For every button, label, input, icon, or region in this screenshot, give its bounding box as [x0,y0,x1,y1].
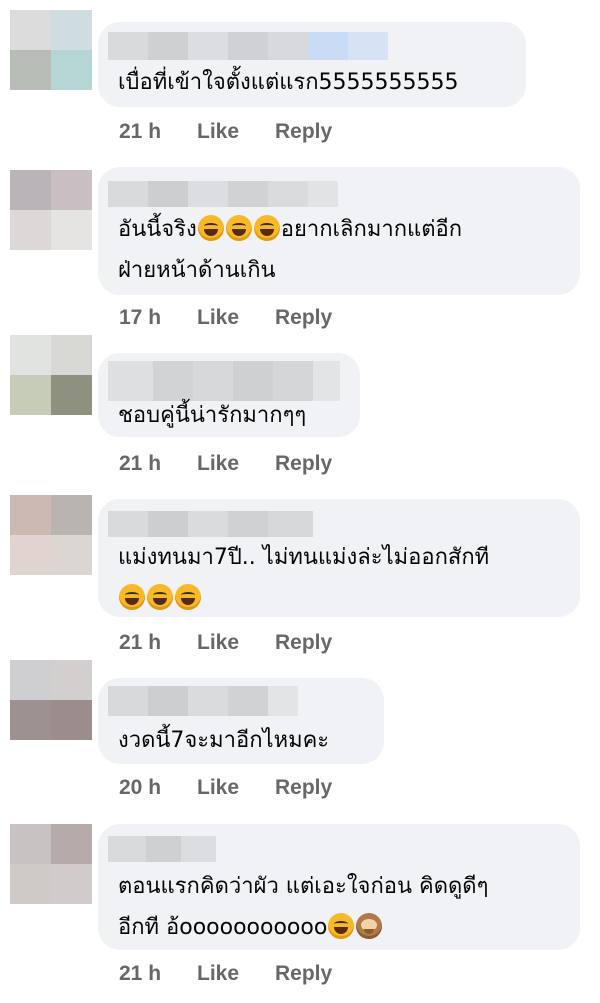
comment-text-line: ฝ่ายหน้าด้านเกิน [118,258,276,283]
comment-item: งวดนี้7จะมาอีกไหมคะ 20 h Like Reply [0,660,600,820]
author-name-redacted[interactable] [108,181,338,207]
author-name-redacted[interactable] [108,686,298,716]
comment-text-segment: อันนี้จริง [118,217,197,242]
tears-of-joy-icon [328,913,355,939]
comment-text: ชอบคู่นี้น่ารักมากๆๆ [118,403,307,428]
rolling-on-floor-laughing-icon [225,215,252,241]
comment-text-segment: อีกที อ้ooooooooooo [118,915,328,940]
like-button[interactable]: Like [197,631,275,655]
like-button[interactable]: Like [197,306,275,330]
comment-actions: 21 h Like Reply [119,631,332,655]
comment-text: ตอนแรกคิดว่าผัว แต่เอะใจก่อน คิดดูดีๆ อี… [118,866,562,948]
comment-timestamp[interactable]: 20 h [119,776,197,800]
comment-timestamp[interactable]: 17 h [119,306,197,330]
avatar[interactable] [10,10,92,90]
comment-item: ตอนแรกคิดว่าผัว แต่เอะใจก่อน คิดดูดีๆ อี… [0,820,600,1003]
like-button[interactable]: Like [197,776,275,800]
rolling-on-floor-laughing-icon [147,584,173,610]
comment-actions: 17 h Like Reply [119,306,332,330]
comment-actions: 21 h Like Reply [119,120,332,144]
comment-bubble: เบื่อที่เข้าใจตั้งแต่แรก5555555555 [98,22,526,107]
like-button[interactable]: Like [197,452,275,476]
comment-actions: 21 h Like Reply [119,452,332,476]
comment-bubble: แม่งทนมา7ปี.. ไม่ทนแม่งล่ะไม่ออกสักที [98,499,580,617]
rolling-on-floor-laughing-icon [197,215,224,241]
author-name-redacted[interactable] [108,836,216,862]
comment-item: เบื่อที่เข้าใจตั้งแต่แรก5555555555 21 h … [0,0,600,160]
comment-timestamp[interactable]: 21 h [119,631,197,655]
comment-timestamp[interactable]: 21 h [119,120,197,144]
comment-text-line: แม่งทนมา7ปี.. ไม่ทนแม่งล่ะไม่ออกสักที [118,545,490,570]
comment-bubble: ตอนแรกคิดว่าผัว แต่เอะใจก่อน คิดดูดีๆ อี… [98,824,580,950]
reply-button[interactable]: Reply [275,120,332,144]
comment-bubble: ชอบคู่นี้น่ารักมากๆๆ [98,353,360,437]
like-button[interactable]: Like [197,962,275,986]
reply-button[interactable]: Reply [275,306,332,330]
comment-item: แม่งทนมา7ปี.. ไม่ทนแม่งล่ะไม่ออกสักที 21… [0,495,600,660]
rolling-on-floor-laughing-icon [253,215,280,241]
comment-timestamp[interactable]: 21 h [119,962,197,986]
rolling-on-floor-laughing-icon [119,584,145,610]
comment-text: เบื่อที่เข้าใจตั้งแต่แรก5555555555 [118,70,459,95]
reply-button[interactable]: Reply [275,962,332,986]
reply-button[interactable]: Reply [275,631,332,655]
comment-text-line: ตอนแรกคิดว่าผัว แต่เอะใจก่อน คิดดูดีๆ [118,874,489,899]
avatar[interactable] [10,660,92,740]
comment-text: แม่งทนมา7ปี.. ไม่ทนแม่งล่ะไม่ออกสักที [118,537,562,619]
comment-actions: 20 h Like Reply [119,776,332,800]
comment-item: อันนี้จริง อยากเลิกมากแต่อีก ฝ่ายหน้าด้าน… [0,160,600,335]
like-button[interactable]: Like [197,120,275,144]
comment-text-segment: อยากเลิกมากแต่อีก [280,217,463,242]
avatar[interactable] [10,170,92,250]
avatar[interactable] [10,495,92,575]
rolling-on-floor-laughing-icon [175,584,201,610]
author-name-redacted[interactable] [108,511,313,537]
comment-text: งวดนี้7จะมาอีกไหมคะ [118,728,330,753]
avatar[interactable] [10,335,92,415]
comment-item: ชอบคู่นี้น่ารักมากๆๆ 21 h Like Reply [0,335,600,495]
comment-actions: 21 h Like Reply [119,962,332,986]
reply-button[interactable]: Reply [275,776,332,800]
reply-button[interactable]: Reply [275,452,332,476]
comment-bubble: งวดนี้7จะมาอีกไหมคะ [98,678,384,764]
author-name-redacted[interactable] [108,32,438,60]
comment-text: อันนี้จริง อยากเลิกมากแต่อีก ฝ่ายหน้าด้าน… [118,209,562,291]
avatar[interactable] [10,824,92,904]
see-no-evil-monkey-icon [356,913,383,939]
comment-timestamp[interactable]: 21 h [119,452,197,476]
comment-bubble: อันนี้จริง อยากเลิกมากแต่อีก ฝ่ายหน้าด้าน… [98,167,580,295]
